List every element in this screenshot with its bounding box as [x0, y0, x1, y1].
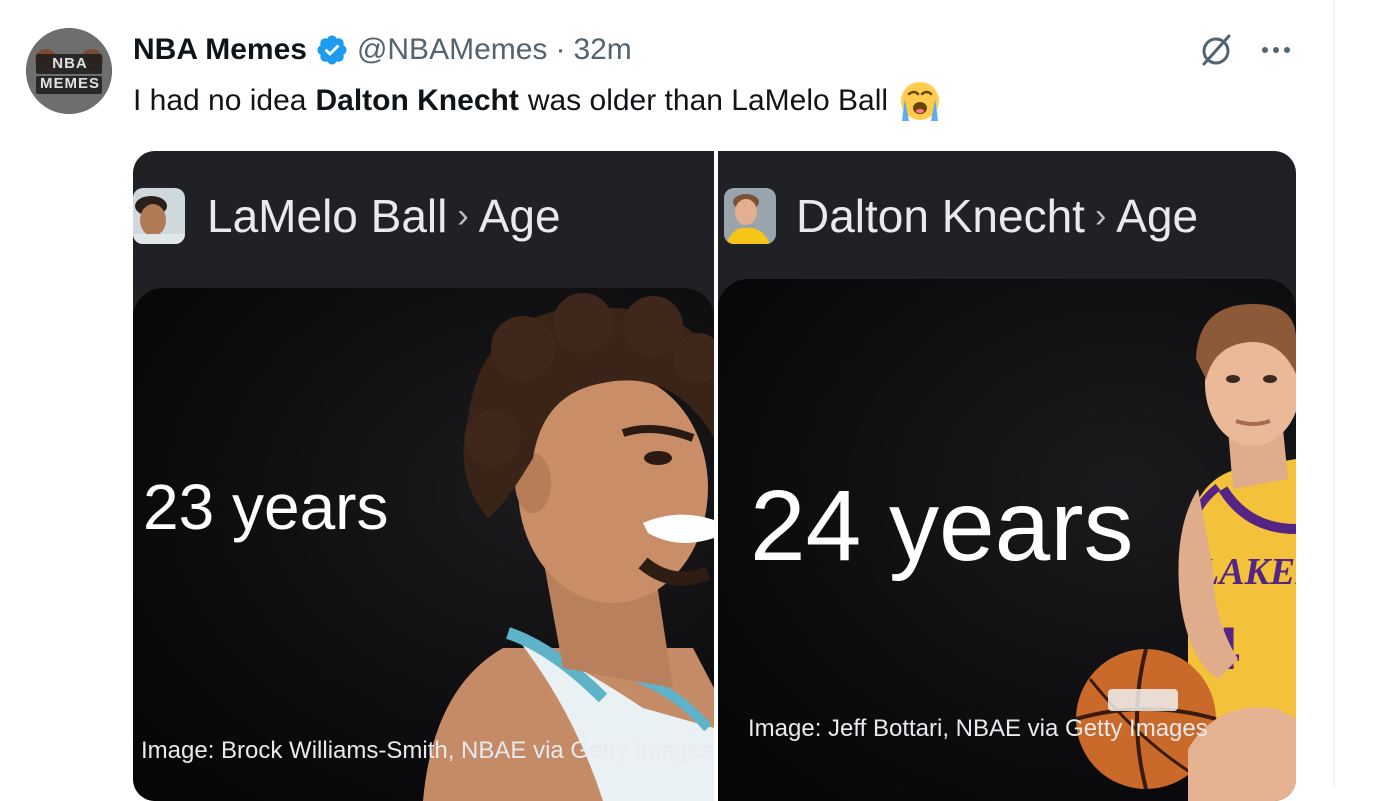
search-result-header: LaMelo Ball › Age	[133, 151, 714, 281]
tweet-text: I had no idea Dalton Knecht was older th…	[133, 80, 942, 122]
tweet-text-after: was older than LaMelo Ball	[527, 84, 889, 117]
tweet-timestamp[interactable]: 32m	[573, 33, 631, 67]
header-separator: ·	[555, 33, 566, 66]
grok-icon[interactable]	[1196, 30, 1236, 70]
more-dot	[1284, 47, 1290, 53]
lamelo-thumbnail	[133, 188, 185, 244]
search-breadcrumb: LaMelo Ball › Age	[207, 189, 561, 243]
search-breadcrumb: Dalton Knecht › Age	[796, 189, 1198, 243]
tweet-media[interactable]: LaMelo Ball › Age 23 years Image: Brock …	[133, 151, 1296, 801]
breadcrumb-separator: ›	[457, 197, 469, 235]
more-dot	[1262, 47, 1268, 53]
age-value: 24 years	[750, 470, 1134, 582]
media-image-left[interactable]: LaMelo Ball › Age 23 years Image: Brock …	[133, 151, 714, 801]
image-credit: Image: Brock Williams-Smith, NBAE via Ge…	[141, 737, 714, 764]
author-handle[interactable]: @NBAMemes	[357, 33, 548, 67]
image-credit: Image: Jeff Bottari, NBAE via Getty Imag…	[748, 715, 1208, 742]
breadcrumb-separator: ›	[1094, 197, 1107, 235]
more-options-icon[interactable]	[1255, 34, 1297, 66]
author-avatar[interactable]: NBA MEMES	[26, 28, 112, 114]
verified-badge-icon[interactable]	[315, 33, 349, 67]
tweet-text-before: I had no idea	[133, 84, 307, 117]
entity-name: Dalton Knecht	[796, 190, 1085, 242]
attribute-name: Age	[478, 190, 561, 242]
lamelo-photo	[423, 293, 714, 801]
age-card: 23 years	[133, 288, 714, 801]
knecht-thumbnail	[724, 188, 776, 244]
timeline-divider	[1333, 0, 1335, 787]
more-dot	[1273, 47, 1279, 53]
avatar-text: NBA MEMES	[39, 55, 100, 92]
age-value: 23 years	[143, 471, 389, 543]
loudly-crying-face-icon	[901, 82, 940, 121]
tweet-text-bold: Dalton Knecht	[315, 84, 519, 117]
attribute-name: Age	[1116, 190, 1199, 242]
entity-name: LaMelo Ball	[207, 190, 448, 242]
media-image-right[interactable]: Dalton Knecht›Age LAKERS 4	[718, 151, 1296, 801]
tweet-header: NBA Memes @NBAMemes · 32m	[133, 30, 632, 70]
search-result-header: Dalton Knecht › Age	[718, 151, 1296, 281]
author-display-name[interactable]: NBA Memes	[133, 33, 307, 67]
